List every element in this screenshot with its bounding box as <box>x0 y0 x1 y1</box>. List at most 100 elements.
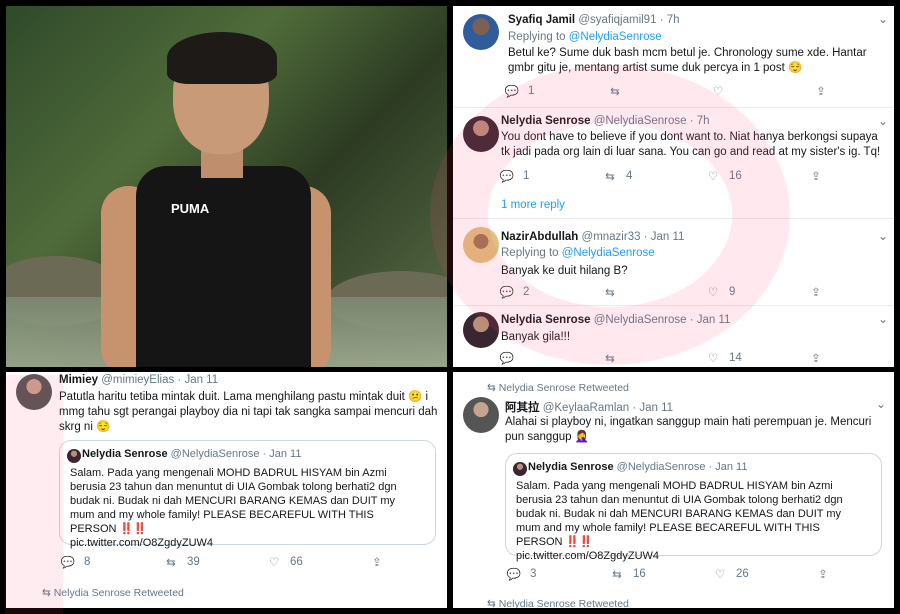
like-button[interactable]: ♡ 66 <box>265 555 368 569</box>
share-icon: ⇪ <box>811 171 821 183</box>
share-button[interactable]: ⇪ <box>368 555 386 569</box>
heart-icon: ♡ <box>714 569 726 581</box>
avatar[interactable] <box>16 374 52 410</box>
heart-icon: ♡ <box>707 171 719 183</box>
like-button[interactable]: ♡ 16 <box>704 169 807 183</box>
reply-button[interactable]: 💬 <box>498 351 601 365</box>
retweet-icon: ⇆ <box>605 287 615 299</box>
timestamp[interactable]: · Jan 11 <box>632 402 673 414</box>
retweeted-by: Nelydia Senrose Retweeted <box>498 382 629 394</box>
display-name: Nelydia Senrose <box>528 461 614 473</box>
handle[interactable]: @KeylaaRamlan <box>543 402 629 414</box>
display-name[interactable]: Nelydia Senrose <box>501 115 590 127</box>
handle[interactable]: @mnazir33 <box>582 231 641 243</box>
share-icon: ⇪ <box>818 569 828 581</box>
retweet-icon: ⇆ <box>42 587 54 599</box>
reply-icon: 💬 <box>60 557 76 569</box>
replying-to: Replying to @NelydiaSenrose <box>501 247 655 259</box>
timestamp[interactable]: · 7h <box>690 115 710 127</box>
display-name[interactable]: Syafiq Jamil <box>508 14 575 26</box>
retweet-button[interactable]: ⇆ 16 <box>608 567 711 581</box>
display-name[interactable]: Mimiey <box>59 374 98 386</box>
retweet-icon: ⇆ <box>487 382 499 394</box>
retweet-count: 39 <box>187 556 200 568</box>
profile-photo: PUMA <box>6 6 447 367</box>
quoted-tweet[interactable]: Nelydia Senrose @NelydiaSenrose · Jan 11… <box>505 453 882 562</box>
share-button[interactable]: ⇪ <box>807 351 825 365</box>
like-button[interactable]: ♡ 9 <box>704 285 807 299</box>
avatar[interactable] <box>463 312 499 348</box>
like-button[interactable]: ♡ 26 <box>711 567 814 581</box>
like-button[interactable]: ♡ 14 <box>704 351 807 365</box>
display-name[interactable]: Nelydia Senrose <box>501 314 590 326</box>
avatar[interactable] <box>463 397 499 433</box>
retweet-button[interactable]: ⇆ 4 <box>601 169 704 183</box>
tweet-actions: 💬 2 ⇆ ♡ 9 ⇪ <box>498 285 825 299</box>
reply-icon: 💬 <box>506 569 522 581</box>
timestamp[interactable]: · Jan 11 <box>644 231 685 243</box>
timestamp[interactable]: · 7h <box>660 14 680 26</box>
handle[interactable]: @mimieyElias <box>101 374 174 386</box>
tweet-text: Betul ke? Sume duk bash mcm betul je. Ch… <box>508 47 867 74</box>
share-button[interactable]: ⇪ <box>814 567 832 581</box>
timestamp[interactable]: · Jan 11 <box>177 374 218 386</box>
tweet[interactable]: Syafiq Jamil @syafiqjamil91 · 7h ⌄ Reply… <box>453 6 894 108</box>
tweet[interactable]: NazirAbdullah @mnazir33 · Jan 11 ⌄ Reply… <box>453 219 894 306</box>
tweet-actions: 💬 ⇆ ♡ 14 ⇪ <box>498 351 825 365</box>
timestamp[interactable]: · Jan 11 <box>690 314 731 326</box>
like-button[interactable]: ♡ <box>709 84 812 98</box>
reply-button[interactable]: 💬 1 <box>498 169 601 183</box>
retweeted-label: ⇆ Nelydia Senrose Retweeted <box>42 587 184 599</box>
chevron-down-icon[interactable]: ⌄ <box>878 114 888 128</box>
chevron-down-icon[interactable]: ⌄ <box>878 312 888 326</box>
share-button[interactable]: ⇪ <box>807 285 825 299</box>
avatar[interactable] <box>463 14 499 50</box>
quote-tweet-panel-right: ⇆ Nelydia Senrose Retweeted 阿其拉 @KeylaaR… <box>453 372 894 608</box>
handle[interactable]: @NelydiaSenrose <box>594 115 687 127</box>
avatar[interactable] <box>463 116 499 152</box>
more-replies-link[interactable]: 1 more reply <box>501 199 565 211</box>
replying-to-label: Replying to <box>508 31 566 43</box>
handle: @NelydiaSenrose <box>616 461 706 473</box>
replying-to-handle[interactable]: @NelydiaSenrose <box>569 31 662 43</box>
reply-button[interactable]: 💬 8 <box>59 555 162 569</box>
handle[interactable]: @syafiqjamil91 <box>578 14 656 26</box>
share-button[interactable]: ⇪ <box>807 169 825 183</box>
retweet-button[interactable]: ⇆ <box>601 285 704 299</box>
avatar <box>513 462 527 476</box>
alarm-emoji: ‼️‼️ <box>119 523 147 535</box>
share-icon: ⇪ <box>372 557 382 569</box>
reply-button[interactable]: 💬 1 <box>503 84 606 98</box>
retweet-button[interactable]: ⇆ <box>606 84 709 98</box>
retweet-icon: ⇆ <box>610 86 620 98</box>
quoted-tweet-text: Salam. Pada yang mengenali MOHD BADRUL H… <box>516 479 866 563</box>
share-button[interactable]: ⇪ <box>812 84 830 98</box>
retweet-button[interactable]: ⇆ 39 <box>162 555 265 569</box>
chevron-down-icon[interactable]: ⌄ <box>876 397 886 411</box>
reply-button[interactable]: 💬 3 <box>505 567 608 581</box>
chevron-down-icon[interactable]: ⌄ <box>878 229 888 243</box>
retweeted-by: Nelydia Senrose Retweeted <box>498 598 629 608</box>
tweet[interactable]: Nelydia Senrose @NelydiaSenrose · Jan 11… <box>453 306 894 367</box>
tweet-text: Banyak ke duit hilang B? <box>501 265 628 277</box>
reply-icon: 💬 <box>499 353 515 365</box>
like-count: 9 <box>729 286 736 298</box>
media-link[interactable]: pic.twitter.com/O8ZgdyZUW4 <box>70 537 213 549</box>
tweet-actions: 💬 1 ⇆ 4 ♡ 16 ⇪ <box>498 169 825 183</box>
handle: @NelydiaSenrose <box>170 448 260 460</box>
display-name[interactable]: NazirAbdullah <box>501 231 578 243</box>
replying-to-handle[interactable]: @NelydiaSenrose <box>562 247 655 259</box>
tweet[interactable]: Nelydia Senrose @NelydiaSenrose · 7h ⌄ Y… <box>453 108 894 219</box>
reply-button[interactable]: 💬 2 <box>498 285 601 299</box>
media-link[interactable]: pic.twitter.com/O8ZgdyZUW4 <box>516 550 659 562</box>
heart-icon: ♡ <box>712 86 724 98</box>
quoted-tweet[interactable]: Nelydia Senrose @NelydiaSenrose · Jan 11… <box>59 440 436 549</box>
heart-icon: ♡ <box>707 287 719 299</box>
display-name[interactable]: 阿其拉 <box>505 402 540 414</box>
avatar[interactable] <box>463 227 499 263</box>
handle[interactable]: @NelydiaSenrose <box>594 314 687 326</box>
retweet-button[interactable]: ⇆ <box>601 351 704 365</box>
tweet-actions: 💬 1 ⇆ ♡ ⇪ <box>503 84 830 98</box>
replying-to-label: Replying to <box>501 247 559 259</box>
chevron-down-icon[interactable]: ⌄ <box>878 12 888 26</box>
